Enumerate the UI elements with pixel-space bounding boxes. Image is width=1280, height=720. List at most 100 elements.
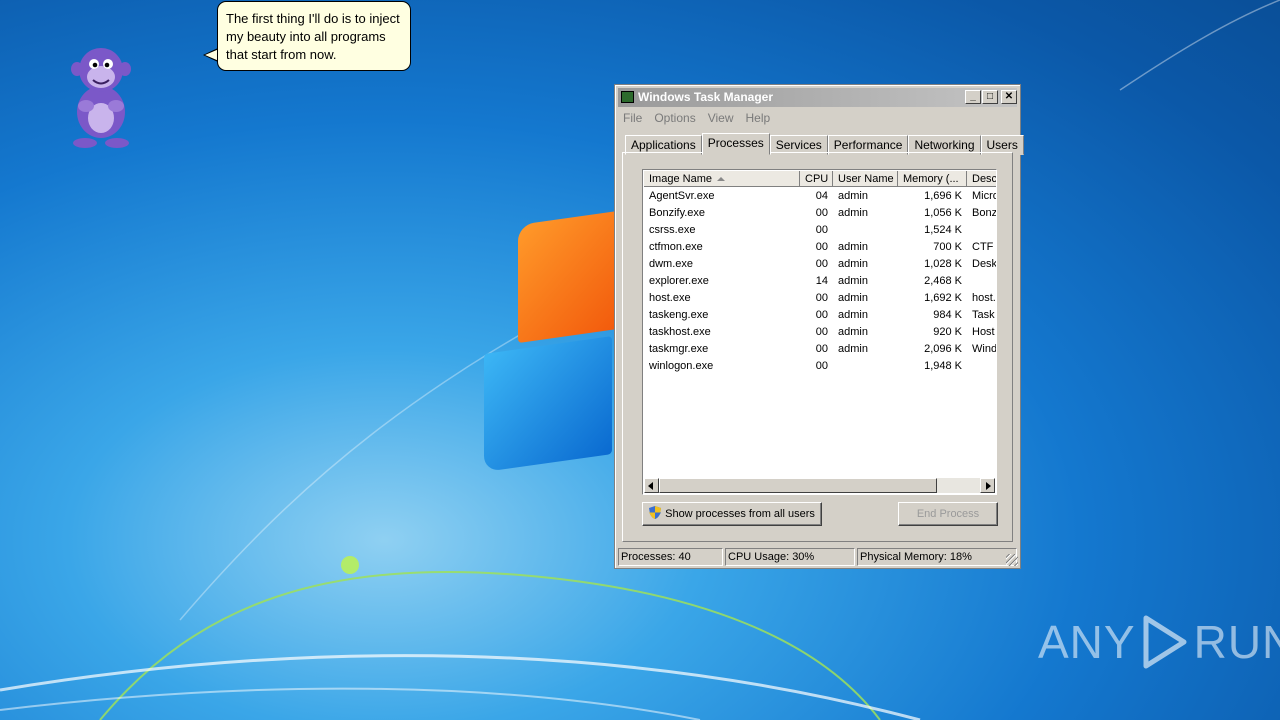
table-row[interactable]: explorer.exe 14 admin 2,468 K bbox=[644, 273, 996, 290]
process-user: admin bbox=[838, 241, 868, 253]
process-user: admin bbox=[838, 326, 868, 338]
minimize-button[interactable]: _ bbox=[965, 90, 981, 104]
process-description: Micro bbox=[972, 190, 997, 202]
resize-grip[interactable] bbox=[1006, 554, 1018, 566]
process-description: Bonz bbox=[972, 207, 997, 219]
menu-file[interactable]: File bbox=[623, 109, 642, 127]
table-row[interactable]: taskeng.exe 00 admin 984 K Task bbox=[644, 307, 996, 324]
process-description: host. bbox=[972, 292, 996, 304]
show-all-processes-button[interactable]: Show processes from all users bbox=[642, 502, 822, 526]
process-cpu: 14 bbox=[815, 275, 828, 287]
process-cpu: 00 bbox=[815, 224, 828, 236]
tab-strip: Applications Processes Services Performa… bbox=[625, 133, 1024, 155]
process-cpu: 00 bbox=[815, 241, 828, 253]
table-row[interactable]: winlogon.exe 00 1,948 K bbox=[644, 358, 996, 375]
menu-view[interactable]: View bbox=[708, 109, 734, 127]
anyrun-watermark: ANY RUN bbox=[1038, 612, 1280, 672]
process-user: admin bbox=[838, 309, 868, 321]
windows-logo-blue-pane bbox=[484, 336, 612, 472]
title-bar[interactable]: Windows Task Manager _ □ ✕ bbox=[618, 88, 1017, 107]
bonzi-buddy-character[interactable] bbox=[58, 40, 144, 152]
table-row[interactable]: dwm.exe 00 admin 1,028 K Desk bbox=[644, 256, 997, 273]
process-memory: 2,468 K bbox=[924, 275, 962, 287]
scroll-left-button[interactable] bbox=[644, 478, 659, 493]
scrollbar-thumb[interactable] bbox=[659, 478, 937, 493]
process-description bbox=[967, 358, 996, 375]
table-row[interactable]: taskmgr.exe 00 admin 2,096 K Wind bbox=[644, 341, 997, 358]
process-memory: 1,028 K bbox=[924, 258, 962, 270]
process-user: admin bbox=[838, 190, 868, 202]
process-cpu: 00 bbox=[815, 292, 828, 304]
play-icon bbox=[1143, 615, 1187, 669]
process-list[interactable]: Image Name CPU User Name Memory (... Des… bbox=[642, 169, 997, 495]
process-description bbox=[967, 222, 996, 239]
process-cpu: 00 bbox=[815, 360, 828, 372]
process-memory: 1,524 K bbox=[924, 224, 962, 236]
status-bar: Processes: 40 CPU Usage: 30% Physical Me… bbox=[618, 548, 1017, 566]
maximize-button[interactable]: □ bbox=[982, 90, 998, 104]
status-physical-memory: Physical Memory: 18% bbox=[857, 548, 1017, 566]
process-cpu: 00 bbox=[815, 326, 828, 338]
process-description: Wind bbox=[972, 343, 997, 355]
process-memory: 1,056 K bbox=[924, 207, 962, 219]
column-description[interactable]: Desc bbox=[967, 171, 996, 187]
table-row[interactable]: Bonzify.exe 00 admin 1,056 K Bonz bbox=[644, 205, 997, 222]
column-header-row: Image Name CPU User Name Memory (... Des… bbox=[644, 171, 996, 187]
process-name: taskhost.exe bbox=[649, 326, 711, 338]
column-user-name[interactable]: User Name bbox=[833, 171, 898, 187]
tab-processes[interactable]: Processes bbox=[701, 133, 770, 155]
process-user bbox=[833, 358, 898, 375]
process-memory: 984 K bbox=[933, 309, 962, 321]
process-cpu: 00 bbox=[815, 207, 828, 219]
menu-options[interactable]: Options bbox=[654, 109, 695, 127]
arrow-left-icon bbox=[648, 482, 653, 490]
horizontal-scrollbar[interactable] bbox=[644, 478, 995, 493]
status-cpu-usage: CPU Usage: 30% bbox=[725, 548, 855, 566]
process-description: Task bbox=[972, 309, 995, 321]
process-name: winlogon.exe bbox=[649, 360, 714, 372]
column-image-name[interactable]: Image Name bbox=[644, 171, 800, 187]
process-name: csrss.exe bbox=[649, 224, 696, 236]
process-cpu: 00 bbox=[815, 343, 828, 355]
process-memory: 1,696 K bbox=[924, 190, 962, 202]
table-row[interactable]: csrss.exe 00 1,524 K bbox=[644, 222, 996, 239]
bonzi-speech-bubble: The first thing I'll do is to inject my … bbox=[217, 1, 411, 71]
process-cpu: 00 bbox=[815, 309, 828, 321]
process-user: admin bbox=[838, 292, 868, 304]
column-memory[interactable]: Memory (... bbox=[898, 171, 967, 187]
process-rows: AgentSvr.exe 04 admin 1,696 K Micro Bonz… bbox=[644, 188, 997, 375]
process-description: CTF L bbox=[972, 241, 996, 253]
table-row[interactable]: host.exe 00 admin 1,692 K host. bbox=[644, 290, 996, 307]
process-user: admin bbox=[838, 275, 868, 287]
process-name: AgentSvr.exe bbox=[649, 190, 715, 202]
process-user: admin bbox=[838, 258, 868, 270]
process-memory: 700 K bbox=[933, 241, 962, 253]
table-row[interactable]: AgentSvr.exe 04 admin 1,696 K Micro bbox=[644, 188, 997, 205]
process-memory: 2,096 K bbox=[924, 343, 962, 355]
process-name: host.exe bbox=[649, 292, 691, 304]
window-title: Windows Task Manager bbox=[638, 90, 774, 104]
process-name: taskeng.exe bbox=[649, 309, 709, 321]
status-processes: Processes: 40 bbox=[618, 548, 723, 566]
process-memory: 1,948 K bbox=[924, 360, 962, 372]
table-row[interactable]: taskhost.exe 00 admin 920 K Host bbox=[644, 324, 996, 341]
table-row[interactable]: ctfmon.exe 00 admin 700 K CTF L bbox=[644, 239, 996, 256]
task-manager-window: Windows Task Manager _ □ ✕ File Options … bbox=[614, 84, 1024, 569]
menu-help[interactable]: Help bbox=[746, 109, 771, 127]
scroll-right-button[interactable] bbox=[980, 478, 995, 493]
sort-ascending-icon bbox=[717, 177, 725, 181]
process-cpu: 00 bbox=[815, 258, 828, 270]
column-cpu[interactable]: CPU bbox=[800, 171, 833, 187]
process-memory: 1,692 K bbox=[924, 292, 962, 304]
end-process-button[interactable]: End Process bbox=[898, 502, 998, 526]
process-user: admin bbox=[838, 207, 868, 219]
process-name: ctfmon.exe bbox=[649, 241, 703, 253]
close-button[interactable]: ✕ bbox=[1001, 90, 1017, 104]
process-description: Desk bbox=[972, 258, 997, 270]
watermark-left: ANY bbox=[1038, 616, 1136, 668]
process-name: taskmgr.exe bbox=[649, 343, 709, 355]
process-description: Host bbox=[972, 326, 995, 338]
menu-bar: File Options View Help bbox=[623, 109, 770, 127]
process-name: explorer.exe bbox=[649, 275, 709, 287]
watermark-right: RUN bbox=[1193, 616, 1280, 668]
